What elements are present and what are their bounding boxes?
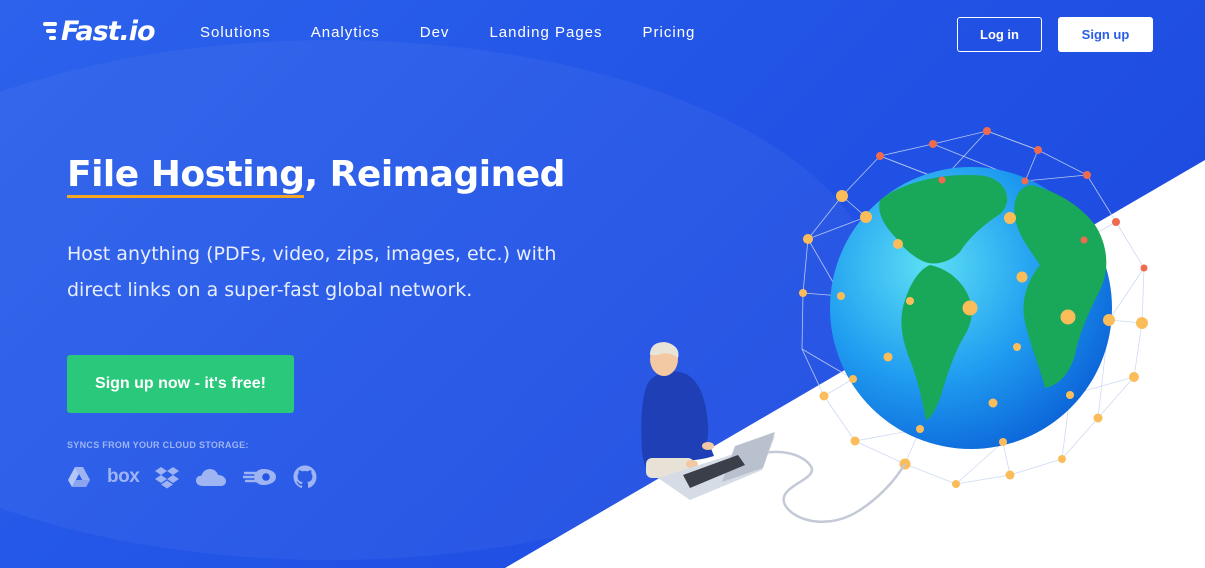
- nav-link-solutions[interactable]: Solutions: [200, 24, 271, 41]
- login-button[interactable]: Log in: [957, 17, 1042, 52]
- hero-subtitle: Host anything (PDFs, video, zips, images…: [67, 243, 557, 301]
- hero-title-rest: , Reimagined: [304, 154, 565, 195]
- brand-logo[interactable]: Fast.io: [43, 14, 156, 48]
- person-at-laptop: [641, 342, 714, 478]
- box-icon[interactable]: box: [107, 466, 140, 488]
- dropbox-icon[interactable]: [155, 465, 180, 489]
- google-drive-icon[interactable]: [67, 466, 91, 488]
- brand-name: Fast.io: [61, 15, 156, 47]
- hero-title-highlight: File Hosting: [67, 154, 305, 198]
- cta-signup-button[interactable]: Sign up now - it's free!: [67, 355, 294, 413]
- nav-link-landing-pages[interactable]: Landing Pages: [489, 24, 602, 41]
- mediafire-icon[interactable]: [243, 467, 277, 487]
- signup-button[interactable]: Sign up: [1058, 17, 1153, 52]
- nav-link-pricing[interactable]: Pricing: [643, 24, 696, 41]
- nav-link-dev[interactable]: Dev: [420, 24, 450, 41]
- onedrive-icon[interactable]: [195, 467, 227, 487]
- landing-page: Fast.io Solutions Analytics Dev Landing …: [0, 0, 1205, 568]
- top-navigation: Fast.io Solutions Analytics Dev Landing …: [0, 0, 1205, 70]
- github-icon[interactable]: [293, 465, 317, 489]
- sync-provider-list: box: [67, 465, 333, 489]
- sync-label: SYNCS FROM YOUR CLOUD STORAGE:: [67, 440, 249, 450]
- hero-title: File Hosting, Reimagined: [67, 154, 565, 198]
- speed-lines-icon: [43, 16, 59, 46]
- nav-links: Solutions Analytics Dev Landing Pages Pr…: [200, 24, 735, 41]
- nav-link-analytics[interactable]: Analytics: [311, 24, 380, 41]
- hero-illustration: [641, 127, 1148, 524]
